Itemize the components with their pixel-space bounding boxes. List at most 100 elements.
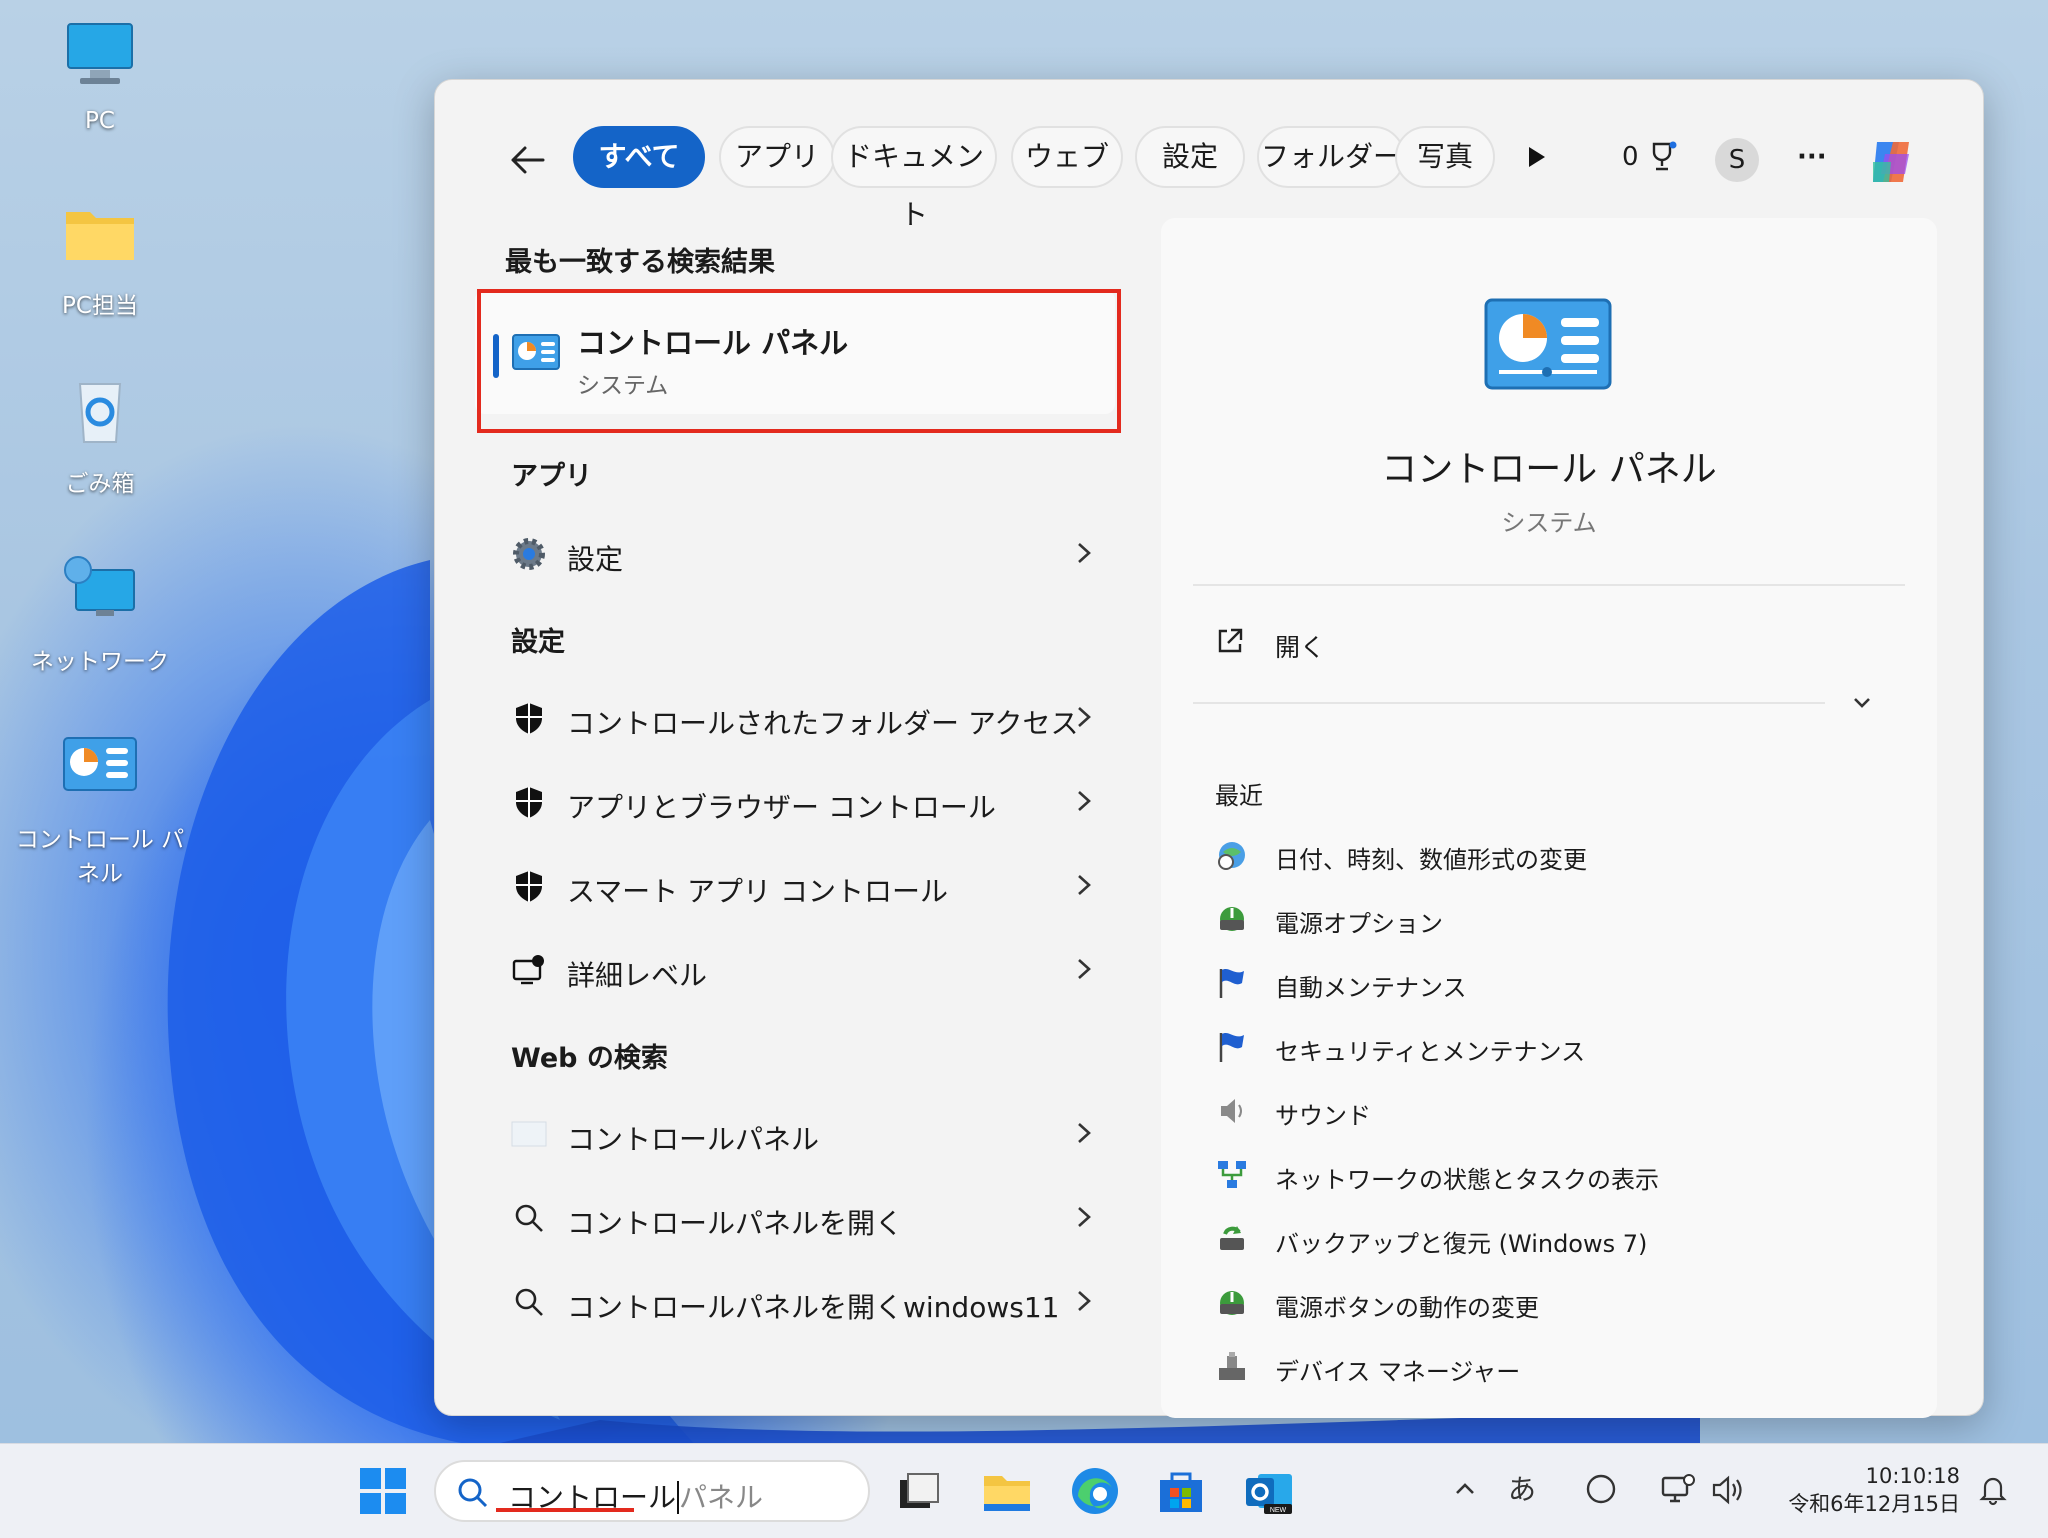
recent-item-power-button[interactable]: 電源ボタンの動作の変更 <box>1215 1278 1865 1328</box>
taskbar: コントロール パネル NEW あ 10:10:18 令和6年12月15日 <box>0 1443 2048 1538</box>
filter-chip-apps[interactable]: アプリ <box>719 126 835 188</box>
speaker-icon <box>1221 1099 1242 1123</box>
open-action[interactable]: 開く <box>1215 622 1615 666</box>
microsoft-store-icon[interactable] <box>1154 1464 1208 1518</box>
device-manager-icon <box>1219 1352 1245 1380</box>
recent-item-label: 電源ボタンの動作の変更 <box>1275 1294 1539 1322</box>
result-label: コントロールされたフォルダー アクセス <box>567 707 1079 740</box>
rewards-count: 0 <box>1622 142 1639 172</box>
detail-subtitle: システム <box>1501 509 1597 537</box>
edge-browser-icon[interactable] <box>1068 1464 1122 1518</box>
recent-item-label: バックアップと復元 (Windows 7) <box>1275 1230 1648 1258</box>
chevron-right-icon[interactable] <box>1069 700 1099 734</box>
recent-item-sound[interactable]: サウンド <box>1215 1086 1865 1136</box>
task-view-icon[interactable] <box>892 1464 946 1518</box>
tray-overflow-chevron-icon[interactable] <box>1450 1474 1480 1504</box>
detail-title: コントロール パネル <box>1381 449 1717 490</box>
search-suggest-text: パネル <box>679 1481 764 1514</box>
volume-icon[interactable] <box>1710 1472 1746 1508</box>
app-result-settings[interactable]: 設定 <box>499 514 1119 594</box>
chevron-down-icon[interactable] <box>1847 688 1877 718</box>
power-options-icon <box>1220 907 1244 931</box>
desktop-icon-network[interactable]: ネットワーク <box>10 554 190 676</box>
network-icon <box>64 556 135 616</box>
recycle-bin-icon <box>78 383 122 443</box>
chevron-right-icon[interactable] <box>1069 536 1099 570</box>
filter-chip-photos[interactable]: 写真 <box>1395 126 1495 188</box>
control-panel-large-icon <box>1484 298 1612 390</box>
account-avatar[interactable]: S <box>1715 138 1759 182</box>
filter-chip-documents[interactable]: ドキュメント <box>831 126 997 231</box>
play-more-filters-icon[interactable] <box>1521 142 1551 172</box>
divider <box>1193 584 1905 586</box>
web-search-heading: Web の検索 <box>511 1043 668 1074</box>
system-clock[interactable]: 10:10:18 令和6年12月15日 <box>1778 1462 1960 1518</box>
clock-time: 10:10:18 <box>1865 1464 1960 1488</box>
rewards-trophy-icon[interactable] <box>1645 140 1679 174</box>
monitor-pin-icon <box>512 955 544 985</box>
recent-item-power-options[interactable]: 電源オプション <box>1215 894 1865 944</box>
setting-result-detail-level[interactable]: 詳細レベル <box>499 930 1119 1010</box>
svg-text:NEW: NEW <box>1270 1507 1287 1514</box>
desktop-icon-folder[interactable]: PC担当 <box>10 198 190 320</box>
desktop-icon-pc[interactable]: PC <box>10 20 190 134</box>
network-status-icon[interactable] <box>1660 1472 1696 1508</box>
file-explorer-icon[interactable] <box>980 1464 1034 1518</box>
notification-bell-icon[interactable] <box>1976 1472 2010 1506</box>
ime-mode-indicator[interactable]: あ <box>1508 1468 1536 1508</box>
backup-icon <box>1220 1226 1244 1250</box>
setting-result-app-browser-control[interactable]: アプリとブラウザー コントロール <box>499 762 1119 842</box>
chevron-right-icon[interactable] <box>1069 952 1099 986</box>
filter-chip-web[interactable]: ウェブ <box>1011 126 1123 188</box>
desktop-icon-label: ごみ箱 <box>65 471 135 497</box>
recent-item-date-time[interactable]: 日付、時刻、数値形式の変更 <box>1215 830 1865 880</box>
recent-item-device-manager[interactable]: デバイス マネージャー <box>1215 1342 1865 1392</box>
chevron-right-icon[interactable] <box>1069 784 1099 818</box>
chevron-right-icon[interactable] <box>1069 1116 1099 1150</box>
filter-chip-all[interactable]: すべて <box>573 126 705 188</box>
taskbar-search-box[interactable]: コントロール パネル <box>434 1460 870 1522</box>
result-label: コントロールパネル <box>567 1123 820 1156</box>
chevron-right-icon[interactable] <box>1069 1200 1099 1234</box>
recent-item-security-maintenance[interactable]: セキュリティとメンテナンス <box>1215 1022 1865 1072</box>
shield-icon <box>516 703 542 734</box>
settings-heading: 設定 <box>511 627 565 658</box>
flag-icon <box>1219 969 1244 998</box>
outlook-new-icon[interactable]: NEW <box>1242 1464 1296 1518</box>
chevron-right-icon[interactable] <box>1069 868 1099 902</box>
web-result-1[interactable]: コントロールパネルを開く <box>499 1178 1119 1258</box>
web-result-0[interactable]: コントロールパネル <box>499 1094 1119 1174</box>
chevron-right-icon[interactable] <box>1069 1284 1099 1318</box>
search-panel: すべて アプリ ドキュメント ウェブ 設定 フォルダー 写真 0 S ··· 最… <box>434 79 1984 1418</box>
setting-result-smart-app-control[interactable]: スマート アプリ コントロール <box>499 846 1119 926</box>
web-result-2[interactable]: コントロールパネルを開くwindows11 <box>499 1262 1119 1342</box>
copilot-icon[interactable] <box>1863 134 1919 190</box>
filter-bar: すべて アプリ ドキュメント ウェブ 設定 フォルダー 写真 0 S ··· <box>435 126 1983 231</box>
recent-item-label: セキュリティとメンテナンス <box>1275 1038 1586 1066</box>
recent-item-label: サウンド <box>1275 1102 1371 1130</box>
filter-chip-settings[interactable]: 設定 <box>1135 126 1245 188</box>
result-label: 設定 <box>567 543 624 576</box>
focus-moon-icon[interactable] <box>1584 1472 1618 1506</box>
search-icon <box>515 1288 543 1316</box>
windows-start-icon[interactable] <box>360 1468 406 1514</box>
recent-item-backup-restore[interactable]: バックアップと復元 (Windows 7) <box>1215 1214 1865 1264</box>
clock-date: 令和6年12月15日 <box>1788 1492 1960 1516</box>
recent-item-label: 電源オプション <box>1275 910 1443 938</box>
result-label: アプリとブラウザー コントロール <box>567 791 996 824</box>
more-options-button[interactable]: ··· <box>1797 126 1827 188</box>
setting-result-controlled-folder-access[interactable]: コントロールされたフォルダー アクセス <box>499 678 1119 758</box>
recent-item-auto-maintenance[interactable]: 自動メンテナンス <box>1215 958 1865 1008</box>
recent-item-network-status[interactable]: ネットワークの状態とタスクの表示 <box>1215 1150 1865 1200</box>
result-label: スマート アプリ コントロール <box>567 875 948 908</box>
back-arrow-icon[interactable] <box>505 138 549 182</box>
desktop-icon-label: PC <box>85 108 115 134</box>
folder-icon <box>66 212 134 260</box>
flag-icon <box>1219 1033 1244 1062</box>
desktop-icon-recycle-bin[interactable]: ごみ箱 <box>10 376 190 498</box>
result-label: コントロールパネルを開く <box>567 1207 904 1240</box>
detail-pane: コントロール パネル システム 開く 最近 日付、時刻、数値形式の変更 電源オプ… <box>1161 218 1937 1418</box>
filter-chip-folders[interactable]: フォルダー <box>1257 126 1405 188</box>
apps-heading: アプリ <box>511 461 592 492</box>
desktop-icon-control-panel[interactable]: コントロール パネル <box>10 732 190 888</box>
